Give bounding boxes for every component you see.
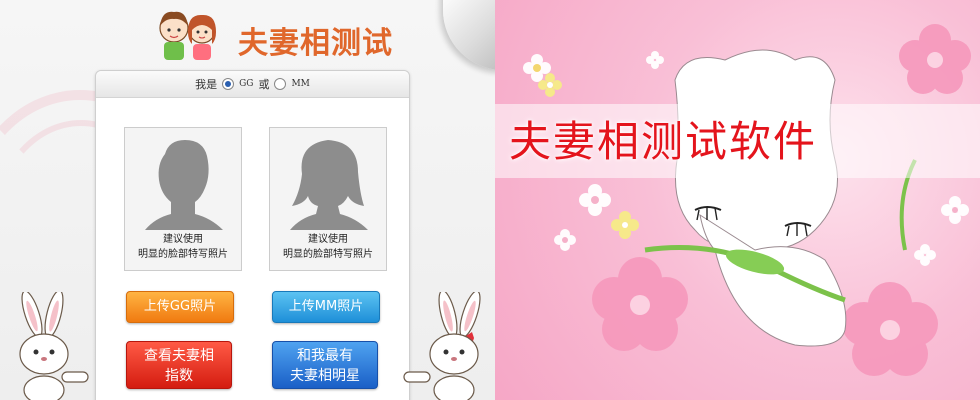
radio-mm[interactable] bbox=[274, 78, 287, 90]
photo-hint-line: 明显的脸部特写照片 bbox=[138, 249, 228, 260]
gg-photo-slot[interactable]: 建议使用 明显的脸部特写照片 bbox=[124, 127, 242, 271]
option-mm-label[interactable]: MM bbox=[291, 79, 309, 89]
radio-gg[interactable] bbox=[222, 78, 235, 90]
photo-hint: 建议使用 明显的脸部特写照片 bbox=[270, 232, 386, 262]
button-label-line: 和我最有 bbox=[297, 348, 353, 364]
celebrity-match-button[interactable]: 和我最有 夫妻相明星 bbox=[272, 341, 378, 389]
app-window: 夫妻相测试 我是 GG 或 MM 建议使用 明显的脸部特写照片 建议使用 明显的… bbox=[0, 0, 495, 400]
banner-title: 夫妻相测试软件 bbox=[509, 117, 818, 166]
gender-label: 我是 bbox=[195, 78, 218, 91]
view-couple-index-button[interactable]: 查看夫妻相 指数 bbox=[126, 341, 232, 389]
button-label-line: 查看夫妻相 bbox=[144, 348, 214, 364]
photo-hint-line: 建议使用 bbox=[308, 234, 348, 245]
gender-selector: 我是 GG 或 MM bbox=[96, 71, 409, 98]
main-card: 我是 GG 或 MM 建议使用 明显的脸部特写照片 建议使用 明显的脸部特写照片 bbox=[95, 70, 410, 400]
gender-separator: 或 bbox=[258, 78, 270, 91]
face-placeholder-icon bbox=[290, 140, 368, 230]
promo-banner: 夫妻相测试软件 bbox=[495, 0, 980, 400]
bunny-mascot-icon bbox=[403, 292, 481, 400]
option-gg-label[interactable]: GG bbox=[239, 79, 253, 89]
photo-hint: 建议使用 明显的脸部特写照片 bbox=[125, 232, 241, 262]
bunny-mascot-icon bbox=[19, 292, 89, 400]
button-label-line: 指数 bbox=[165, 368, 193, 384]
upload-gg-photo-button[interactable]: 上传GG照片 bbox=[126, 291, 234, 323]
photo-hint-line: 明显的脸部特写照片 bbox=[283, 249, 373, 260]
face-placeholder-icon bbox=[145, 140, 223, 230]
flowers-cat-illustration bbox=[523, 24, 971, 376]
app-header: 夫妻相测试 bbox=[152, 6, 402, 66]
photo-hint-line: 建议使用 bbox=[163, 234, 203, 245]
mm-photo-slot[interactable]: 建议使用 明显的脸部特写照片 bbox=[269, 127, 387, 271]
page-curl-decoration bbox=[443, 0, 495, 70]
button-label-line: 夫妻相明星 bbox=[290, 368, 360, 384]
upload-mm-photo-button[interactable]: 上传MM照片 bbox=[272, 291, 380, 323]
app-title: 夫妻相测试 bbox=[238, 26, 393, 61]
couple-logo-icon bbox=[159, 11, 216, 60]
